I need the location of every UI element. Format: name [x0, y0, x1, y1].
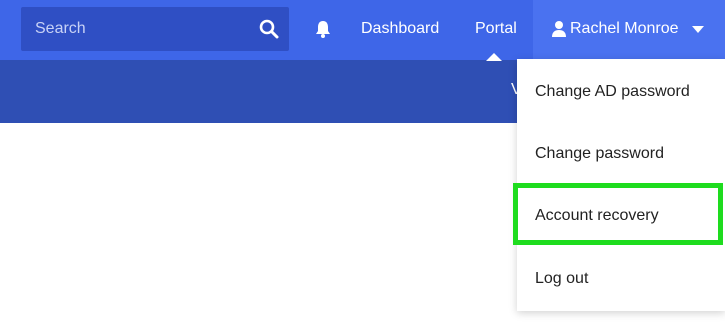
menu-item-label: Log out [535, 270, 589, 287]
menu-item-log-out[interactable]: Log out [517, 248, 725, 310]
dropdown-pointer [486, 53, 502, 61]
caret-down-icon [692, 26, 704, 33]
search-input[interactable] [35, 7, 255, 51]
bell-icon[interactable] [313, 19, 333, 39]
search-box [21, 7, 289, 51]
user-icon [552, 21, 566, 37]
menu-item-label: Change password [535, 145, 664, 162]
top-navbar: Dashboard Portal Rachel Monroe [0, 0, 725, 60]
highlight-box-account-recovery [513, 183, 723, 245]
nav-dashboard-link[interactable]: Dashboard [361, 18, 439, 40]
user-menu-button[interactable]: Rachel Monroe [533, 0, 725, 60]
menu-item-change-ad-password[interactable]: Change AD password [517, 61, 725, 123]
menu-item-label: Change AD password [535, 83, 690, 100]
menu-item-change-password[interactable]: Change password [517, 123, 725, 185]
nav-portal-link[interactable]: Portal [475, 18, 517, 40]
user-name: Rachel Monroe [570, 20, 679, 37]
search-icon[interactable] [259, 19, 279, 39]
